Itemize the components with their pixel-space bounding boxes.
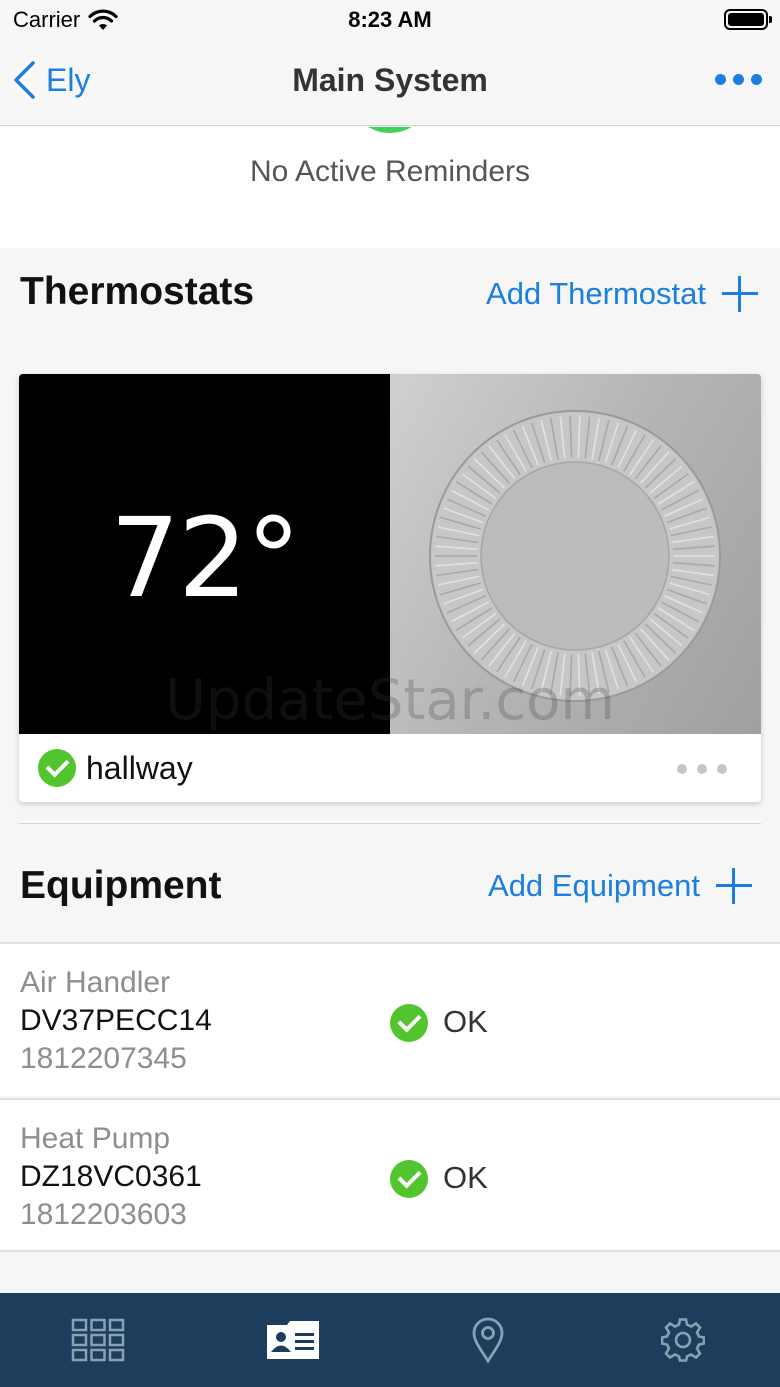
tab-bar — [0, 1293, 780, 1387]
more-dot-icon — [717, 764, 727, 774]
navigation-bar: Ely Main System — [0, 40, 780, 126]
thermostat-more-button[interactable] — [677, 764, 727, 774]
thermostat-name: hallway — [86, 750, 193, 786]
equipment-serial: 1812207345 — [20, 1042, 187, 1075]
thermostat-temperature: 72° — [110, 494, 301, 622]
section-divider — [19, 823, 761, 824]
thermostat-display: 72° — [19, 374, 390, 734]
thermostat-card-footer: hallway — [19, 734, 761, 802]
add-equipment-button[interactable]: Add Equipment — [488, 868, 752, 904]
equipment-model: DV37PECC14 — [20, 1004, 212, 1037]
reminders-text: No Active Reminders — [249, 155, 531, 188]
status-bar: Carrier 8:23 AM — [0, 0, 780, 40]
tab-locations[interactable] — [390, 1293, 585, 1387]
profile-card-icon — [266, 1321, 319, 1359]
tab-dashboard[interactable] — [0, 1293, 195, 1387]
more-dot-icon — [715, 74, 726, 85]
equipment-status: OK — [443, 1004, 488, 1039]
more-dot-icon — [677, 764, 687, 774]
equipment-row[interactable]: Heat Pump DZ18VC0361 1812203603 OK — [0, 1098, 780, 1252]
location-pin-icon — [472, 1317, 503, 1363]
thermostats-title: Thermostats — [20, 270, 255, 313]
thermostat-dial-icon — [429, 410, 721, 702]
check-circle-icon — [390, 1004, 428, 1042]
gear-icon — [660, 1318, 705, 1362]
battery-icon — [724, 9, 772, 30]
tab-settings[interactable] — [585, 1293, 780, 1387]
equipment-status: OK — [443, 1160, 488, 1195]
grid-icon — [71, 1318, 124, 1362]
equipment-type: Air Handler — [20, 966, 171, 999]
check-circle-icon — [38, 749, 76, 787]
equipment-type: Heat Pump — [20, 1122, 171, 1155]
thermostats-header: Thermostats Add Thermostat — [0, 248, 780, 368]
equipment-model: DZ18VC0361 — [20, 1160, 202, 1193]
more-dot-icon — [751, 74, 762, 85]
equipment-header: Equipment Add Equipment — [0, 826, 780, 942]
add-equipment-label: Add Equipment — [488, 868, 700, 903]
tab-systems[interactable] — [195, 1293, 390, 1387]
plus-icon — [722, 276, 758, 312]
clock: 8:23 AM — [348, 7, 432, 32]
reminder-status-icon — [350, 127, 430, 133]
more-options-button[interactable] — [715, 74, 762, 85]
equipment-row[interactable]: Air Handler DV37PECC14 1812207345 OK — [0, 942, 780, 1096]
add-thermostat-button[interactable]: Add Thermostat — [486, 276, 758, 312]
add-thermostat-label: Add Thermostat — [486, 276, 706, 311]
thermostat-image — [390, 374, 761, 734]
equipment-title: Equipment — [20, 864, 222, 907]
check-circle-icon — [390, 1160, 428, 1198]
equipment-serial: 1812203603 — [20, 1198, 187, 1231]
more-dot-icon — [697, 764, 707, 774]
more-dot-icon — [733, 74, 744, 85]
reminders-panel: No Active Reminders — [0, 127, 780, 248]
plus-icon — [716, 868, 752, 904]
page-title: Main System — [292, 62, 488, 98]
thermostat-card[interactable]: 72° hallway — [19, 374, 761, 802]
